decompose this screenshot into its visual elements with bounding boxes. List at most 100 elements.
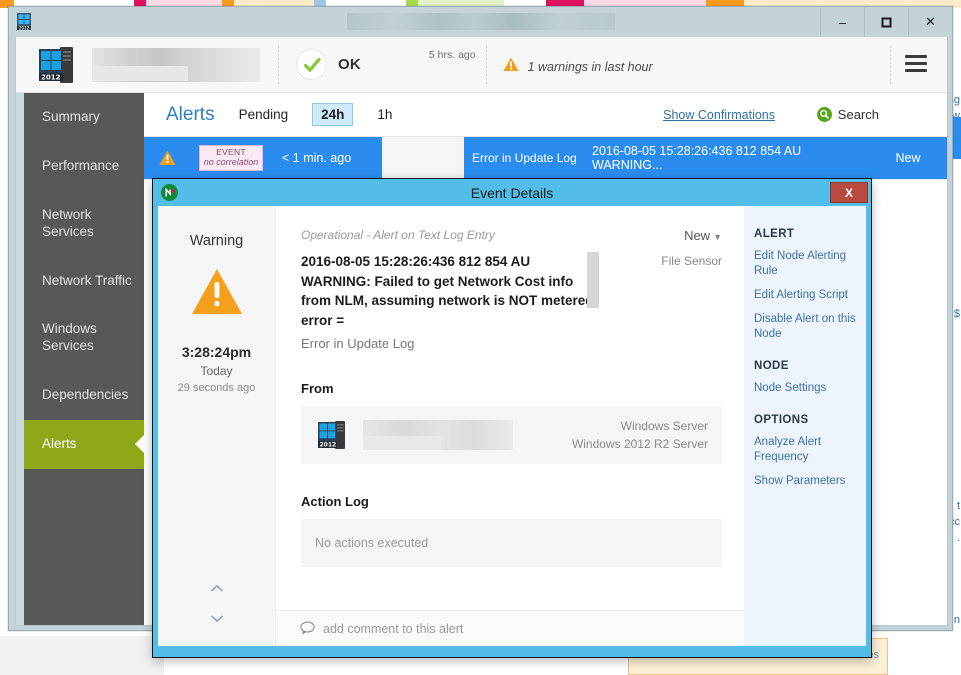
windows-2012-server-icon: 2012 bbox=[34, 43, 80, 87]
sidebar-item-windows-services[interactable]: Windows Services bbox=[24, 305, 144, 371]
close-icon[interactable]: X bbox=[830, 182, 868, 203]
status-age-label: 5 hrs. ago bbox=[428, 49, 476, 61]
background-text-snippet: $ bbox=[953, 308, 960, 320]
dialog-title: Event Details bbox=[470, 184, 554, 201]
header-divider-3 bbox=[890, 46, 891, 84]
sidebar-item-network-services[interactable]: Network Services bbox=[24, 191, 144, 257]
warnings-summary: 1 warnings in last hour bbox=[503, 57, 653, 77]
actions-group-heading-alert: ALERT bbox=[754, 228, 795, 240]
event-correlation-badge: EVENT no correlation bbox=[190, 137, 272, 179]
alert-time: < 1 min. ago bbox=[282, 151, 352, 165]
svg-text:2012: 2012 bbox=[41, 73, 61, 81]
action-log-box: No actions executed bbox=[301, 519, 722, 568]
sidebar-item-label: Dependencies bbox=[42, 387, 129, 403]
warning-triangle-icon bbox=[503, 57, 519, 77]
sidebar-item-network-traffic[interactable]: Network Traffic bbox=[24, 257, 144, 306]
dialog-titlebar[interactable]: Event Details X bbox=[153, 179, 871, 206]
sidebar-item-label: Performance bbox=[42, 157, 120, 173]
from-node-card[interactable]: 2012 Windows Server Windows 2012 R2 Serv… bbox=[301, 406, 722, 465]
action-link-edit-alerting-script[interactable]: Edit Alerting Script bbox=[754, 288, 866, 303]
from-node-os: Windows Server bbox=[620, 419, 708, 434]
node-header-bar: 2012 OK 5 hrs. ago 1 warnings in last ho… bbox=[16, 37, 947, 93]
action-log-empty: No actions executed bbox=[315, 536, 429, 551]
event-state-value: New bbox=[684, 228, 711, 243]
action-log-heading: Action Log bbox=[301, 494, 369, 510]
event-kind: Operational - Alert on Text Log Entry bbox=[301, 228, 495, 242]
action-link-analyze-alert-frequency[interactable]: Analyze Alert Frequency bbox=[754, 435, 866, 465]
badge-line-2: no correlation bbox=[203, 156, 259, 167]
app-logo-icon bbox=[161, 184, 178, 201]
green-check-icon bbox=[297, 50, 326, 79]
show-confirmations-link[interactable]: Show Confirmations bbox=[663, 108, 775, 122]
action-link-node-settings[interactable]: Node Settings bbox=[754, 381, 866, 396]
tab-1h[interactable]: 1h bbox=[377, 107, 392, 122]
header-divider-2 bbox=[485, 45, 487, 84]
search-icon bbox=[816, 107, 832, 122]
event-day: Today bbox=[200, 364, 233, 378]
header-divider bbox=[278, 45, 279, 84]
severity-column: Warning 3:28:24pm Today 29 seconds ago bbox=[158, 206, 276, 646]
chevron-down-icon: ▼ bbox=[713, 232, 722, 242]
actions-group-heading-options: OPTIONS bbox=[754, 413, 809, 426]
comment-bubble-icon bbox=[300, 620, 315, 637]
warning-triangle-icon bbox=[190, 267, 244, 322]
from-node-name-masked bbox=[363, 420, 513, 451]
close-button[interactable]: ✕ bbox=[908, 7, 952, 37]
actions-list: ALERT Edit Node Alerting Rule Edit Alertin… bbox=[754, 228, 866, 488]
sidebar-item-summary[interactable]: Summary bbox=[24, 93, 144, 142]
maximize-button[interactable] bbox=[864, 7, 908, 37]
from-heading: From bbox=[301, 381, 334, 397]
window-controls: – ✕ bbox=[820, 7, 952, 37]
tab-24h[interactable]: 24h bbox=[312, 103, 354, 126]
add-comment-bar[interactable]: add comment to this alert bbox=[276, 610, 744, 646]
node-status-label: OK bbox=[338, 56, 361, 73]
action-link-show-parameters[interactable]: Show Parameters bbox=[754, 474, 866, 489]
chevron-up-icon[interactable] bbox=[209, 584, 225, 594]
event-details-dialog: Event Details X Warning 3:28:24pm Today … bbox=[152, 178, 872, 658]
severity-label: Warning bbox=[189, 233, 244, 249]
add-comment-placeholder: add comment to this alert bbox=[323, 621, 464, 636]
sidebar-items: Summary Performance Network Services Networ… bbox=[24, 93, 145, 469]
window-titlebar[interactable]: 2012 – ✕ bbox=[9, 7, 952, 37]
alerts-toolbar: Alerts Pending 24h 1h Show Confirmations… bbox=[144, 93, 947, 137]
action-link-disable-alert-on-this-node[interactable]: Disable Alert on this Node bbox=[754, 312, 866, 342]
event-relative-time: 29 seconds ago bbox=[177, 382, 256, 394]
alert-spacer-cell bbox=[382, 137, 464, 179]
tab-pending[interactable]: Pending bbox=[239, 107, 289, 122]
event-detail-scroll: Operational - Alert on Text Log Entry Ne… bbox=[276, 206, 744, 610]
message-scrollbar[interactable] bbox=[587, 252, 599, 308]
windows-2012-server-icon: 2012 bbox=[315, 418, 351, 452]
alert-name: Error in Update Log bbox=[472, 150, 577, 165]
sidebar-item-label: Windows Services bbox=[42, 321, 97, 354]
svg-text:2012: 2012 bbox=[320, 442, 337, 449]
node-name-masked bbox=[92, 47, 260, 82]
hamburger-menu-icon[interactable] bbox=[905, 55, 927, 72]
background-text-snippet: . bbox=[956, 532, 960, 544]
sidebar-item-alerts[interactable]: Alerts bbox=[24, 420, 145, 469]
from-node-version: Windows 2012 R2 Server bbox=[571, 437, 708, 452]
svg-text:2012: 2012 bbox=[19, 26, 30, 31]
alert-message: 2016-08-05 15:28:26:436 812 854 AU WARNI… bbox=[592, 144, 802, 172]
sidebar-nav: Summary Performance Network Services Networ… bbox=[16, 93, 145, 625]
sidebar-item-performance[interactable]: Performance bbox=[24, 142, 144, 191]
search-control[interactable]: Search bbox=[816, 107, 879, 122]
event-time: 3:28:24pm bbox=[181, 344, 252, 360]
minimize-button[interactable]: – bbox=[820, 7, 864, 37]
chevron-down-icon[interactable] bbox=[209, 614, 225, 624]
sidebar-item-label: Network Services bbox=[42, 206, 94, 239]
sidebar-item-label: Network Traffic bbox=[42, 272, 132, 288]
action-link-edit-node-alerting-rule[interactable]: Edit Node Alerting Rule bbox=[754, 249, 866, 279]
page-title: Alerts bbox=[166, 103, 215, 125]
actions-group-heading-node: NODE bbox=[754, 359, 789, 372]
event-sensor: File Sensor bbox=[661, 254, 722, 268]
sidebar-item-label: Summary bbox=[42, 109, 100, 124]
warnings-text: 1 warnings in last hour bbox=[527, 59, 653, 74]
table-row[interactable]: EVENT no correlation < 1 min. ago Error … bbox=[144, 137, 947, 179]
sidebar-item-dependencies[interactable]: Dependencies bbox=[24, 371, 144, 420]
sidebar-item-label: Alerts bbox=[42, 436, 77, 451]
alert-state: New bbox=[895, 151, 921, 165]
dialog-body: Warning 3:28:24pm Today 29 seconds ago O bbox=[158, 206, 866, 646]
event-message: 2016-08-05 15:28:26:436 812 854 AU WARNI… bbox=[301, 254, 598, 328]
event-state-dropdown[interactable]: New ▼ bbox=[684, 228, 722, 243]
from-node-meta: Windows Server Windows 2012 R2 Server bbox=[572, 417, 708, 453]
